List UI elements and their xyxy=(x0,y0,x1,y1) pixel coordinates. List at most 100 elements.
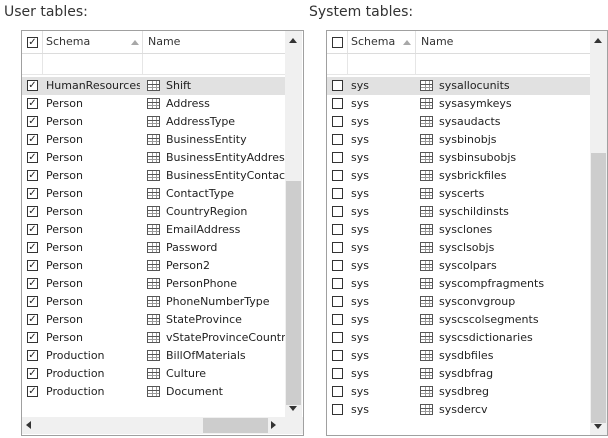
table-row[interactable]: sys sysdbfiles xyxy=(327,347,590,365)
table-row[interactable]: sys sysclsobjs xyxy=(327,239,590,257)
row-checkbox[interactable] xyxy=(332,188,343,199)
user-tables-grid[interactable]: ✓ Schema Name ✓ HumanResources Shift ✓ Perso… xyxy=(21,30,304,436)
system-tables-vertical-scroll-thumb[interactable] xyxy=(591,153,606,423)
user-tables-filter-row[interactable] xyxy=(22,54,285,75)
row-checkbox[interactable]: ✓ xyxy=(27,224,38,235)
scroll-up-arrow-icon[interactable] xyxy=(594,38,602,43)
table-row[interactable]: sys sysdbfrag xyxy=(327,365,590,383)
row-checkbox[interactable] xyxy=(332,206,343,217)
row-checkbox[interactable] xyxy=(332,170,343,181)
table-row[interactable]: sys syscsdictionaries xyxy=(327,329,590,347)
row-checkbox[interactable] xyxy=(332,296,343,307)
row-checkbox[interactable]: ✓ xyxy=(27,116,38,127)
row-checkbox[interactable]: ✓ xyxy=(27,350,38,361)
scroll-up-arrow-icon[interactable] xyxy=(289,38,297,43)
table-row[interactable]: sys syscerts xyxy=(327,185,590,203)
table-row[interactable]: ✓ Person BusinessEntityContact xyxy=(22,167,285,185)
user-tables-horizontal-scroll-thumb[interactable] xyxy=(203,418,268,433)
table-row[interactable]: ✓ Person AddressType xyxy=(22,113,285,131)
table-row[interactable]: ✓ Person Password xyxy=(22,239,285,257)
row-checkbox[interactable]: ✓ xyxy=(27,296,38,307)
column-header-name[interactable]: Name xyxy=(421,31,453,53)
table-row[interactable]: ✓ Production BillOfMaterials xyxy=(22,347,285,365)
user-tables-vertical-scroll-thumb[interactable] xyxy=(286,181,301,405)
row-checkbox[interactable]: ✓ xyxy=(27,368,38,379)
row-checkbox[interactable] xyxy=(332,98,343,109)
row-checkbox[interactable] xyxy=(332,260,343,271)
row-checkbox[interactable]: ✓ xyxy=(27,332,38,343)
row-checkbox[interactable]: ✓ xyxy=(27,80,38,91)
row-checkbox[interactable]: ✓ xyxy=(27,98,38,109)
row-checkbox[interactable] xyxy=(332,368,343,379)
scroll-left-arrow-icon[interactable] xyxy=(26,421,31,429)
row-checkbox[interactable] xyxy=(332,116,343,127)
row-checkbox[interactable] xyxy=(332,386,343,397)
row-checkbox[interactable]: ✓ xyxy=(27,206,38,217)
name-cell: BusinessEntityAddress xyxy=(166,151,285,164)
row-checkbox[interactable]: ✓ xyxy=(27,188,38,199)
table-row[interactable]: sys sysasymkeys xyxy=(327,95,590,113)
row-checkbox[interactable] xyxy=(332,332,343,343)
table-row[interactable]: ✓ Person PersonPhone xyxy=(22,275,285,293)
row-checkbox[interactable]: ✓ xyxy=(27,134,38,145)
table-row[interactable]: ✓ Production Document xyxy=(22,383,285,401)
row-checkbox[interactable]: ✓ xyxy=(27,386,38,397)
table-row[interactable]: ✓ Person Person2 xyxy=(22,257,285,275)
table-row[interactable]: ✓ HumanResources Shift xyxy=(22,77,285,95)
table-row[interactable]: sys sysconvgroup xyxy=(327,293,590,311)
column-header-schema[interactable]: Schema xyxy=(46,31,90,53)
column-header-name[interactable]: Name xyxy=(148,31,180,53)
row-checkbox[interactable] xyxy=(332,350,343,361)
select-all-system-checkbox[interactable] xyxy=(332,37,343,48)
table-row[interactable]: ✓ Person StateProvince xyxy=(22,311,285,329)
user-tables-horizontal-scrollbar[interactable] xyxy=(22,417,303,434)
row-checkbox[interactable] xyxy=(332,134,343,145)
system-tables-filter-row[interactable] xyxy=(327,54,590,75)
table-row[interactable]: ✓ Person EmailAddress xyxy=(22,221,285,239)
row-checkbox[interactable]: ✓ xyxy=(27,314,38,325)
table-row[interactable]: sys sysaudacts xyxy=(327,113,590,131)
row-checkbox[interactable] xyxy=(332,152,343,163)
table-row[interactable]: sys syscolpars xyxy=(327,257,590,275)
row-checkbox[interactable]: ✓ xyxy=(27,152,38,163)
table-row[interactable]: ✓ Person Address xyxy=(22,95,285,113)
row-checkbox[interactable] xyxy=(332,278,343,289)
row-checkbox[interactable]: ✓ xyxy=(27,260,38,271)
table-row[interactable]: ✓ Production Culture xyxy=(22,365,285,383)
table-row[interactable]: sys sysbinsubobjs xyxy=(327,149,590,167)
schema-cell: sys xyxy=(351,79,369,92)
table-row[interactable]: sys sysbrickfiles xyxy=(327,167,590,185)
column-separator xyxy=(347,31,348,53)
table-row[interactable]: sys sysclones xyxy=(327,221,590,239)
system-tables-grid[interactable]: Schema Name sys sysallocunits sys sysasymke… xyxy=(326,30,608,436)
scroll-right-arrow-icon[interactable] xyxy=(271,421,276,429)
table-row[interactable]: sys sysallocunits xyxy=(327,77,590,95)
row-checkbox[interactable]: ✓ xyxy=(27,242,38,253)
table-row[interactable]: ✓ Person PhoneNumberType xyxy=(22,293,285,311)
scroll-down-arrow-icon[interactable] xyxy=(594,424,602,429)
table-row[interactable]: ✓ Person CountryRegion xyxy=(22,203,285,221)
table-row[interactable]: sys sysbinobjs xyxy=(327,131,590,149)
table-row[interactable]: ✓ Person BusinessEntityAddress xyxy=(22,149,285,167)
column-header-schema[interactable]: Schema xyxy=(351,31,395,53)
row-checkbox[interactable] xyxy=(332,242,343,253)
row-checkbox[interactable] xyxy=(332,224,343,235)
schema-cell: sys xyxy=(351,223,369,236)
table-row[interactable]: sys syscompfragments xyxy=(327,275,590,293)
table-row[interactable]: sys sysdercv xyxy=(327,401,590,419)
table-row[interactable]: sys sysdbreg xyxy=(327,383,590,401)
row-checkbox[interactable] xyxy=(332,404,343,415)
system-tables-vertical-scrollbar[interactable] xyxy=(590,31,607,435)
row-checkbox[interactable] xyxy=(332,314,343,325)
table-row[interactable]: ✓ Person BusinessEntity xyxy=(22,131,285,149)
select-all-user-checkbox[interactable]: ✓ xyxy=(27,37,38,48)
table-row[interactable]: sys syscscolsegments xyxy=(327,311,590,329)
row-checkbox[interactable] xyxy=(332,80,343,91)
table-row[interactable]: ✓ Person vStateProvinceCountryRegion xyxy=(22,329,285,347)
row-checkbox[interactable]: ✓ xyxy=(27,278,38,289)
scroll-down-arrow-icon[interactable] xyxy=(289,406,297,411)
row-checkbox[interactable]: ✓ xyxy=(27,170,38,181)
table-row[interactable]: sys syschildinsts xyxy=(327,203,590,221)
user-tables-vertical-scrollbar[interactable] xyxy=(285,31,302,417)
table-row[interactable]: ✓ Person ContactType xyxy=(22,185,285,203)
